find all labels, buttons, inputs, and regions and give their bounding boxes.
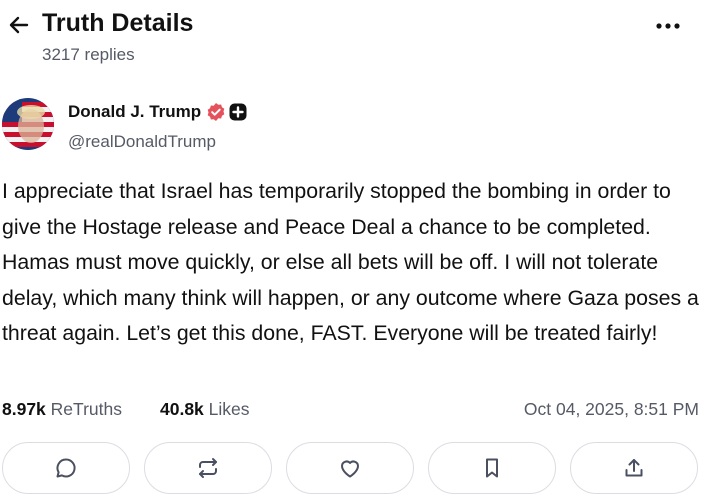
page-header: Truth Details 3217 replies <box>0 0 707 80</box>
post-timestamp: Oct 04, 2025, 8:51 PM <box>523 399 699 419</box>
post-stats: 8.97k ReTruths 40.8k Likes Oct 04, 2025,… <box>0 396 707 424</box>
retruth-icon <box>199 458 217 478</box>
author-block: Donald J. Trump @realDonaldTrump <box>0 98 707 158</box>
page-title: Truth Details <box>42 9 194 37</box>
bookmark-icon <box>486 458 498 478</box>
heart-icon <box>341 460 359 478</box>
retruths-count: 8.97k <box>2 399 46 419</box>
more-horizontal-icon <box>656 23 680 29</box>
likes-stat[interactable]: 40.8k Likes <box>160 399 250 420</box>
post-text: I appreciate that Israel has temporarily… <box>2 179 699 345</box>
retruths-stat[interactable]: 8.97k ReTruths <box>2 399 122 420</box>
likes-label: Likes <box>208 399 250 419</box>
verified-badge-icon <box>207 103 225 121</box>
back-button[interactable] <box>4 10 34 40</box>
arrow-left-icon <box>9 16 29 34</box>
more-options-button[interactable] <box>650 12 686 40</box>
retruths-label: ReTruths <box>50 399 122 419</box>
like-button[interactable] <box>286 442 414 494</box>
bookmark-button[interactable] <box>428 442 556 494</box>
retruth-button[interactable] <box>144 442 272 494</box>
action-bar <box>0 442 707 496</box>
avatar[interactable] <box>2 98 54 150</box>
reply-button[interactable] <box>2 442 130 494</box>
author-name-text: Donald J. Trump <box>68 102 202 121</box>
reply-count: 3217 replies <box>42 45 135 64</box>
share-icon <box>625 459 643 477</box>
likes-count: 40.8k <box>160 399 204 419</box>
share-button[interactable] <box>570 442 698 494</box>
author-name[interactable]: Donald J. Trump <box>68 102 247 122</box>
author-handle[interactable]: @realDonaldTrump <box>68 132 216 152</box>
comment-icon <box>56 458 76 478</box>
plus-badge-icon <box>229 103 247 121</box>
